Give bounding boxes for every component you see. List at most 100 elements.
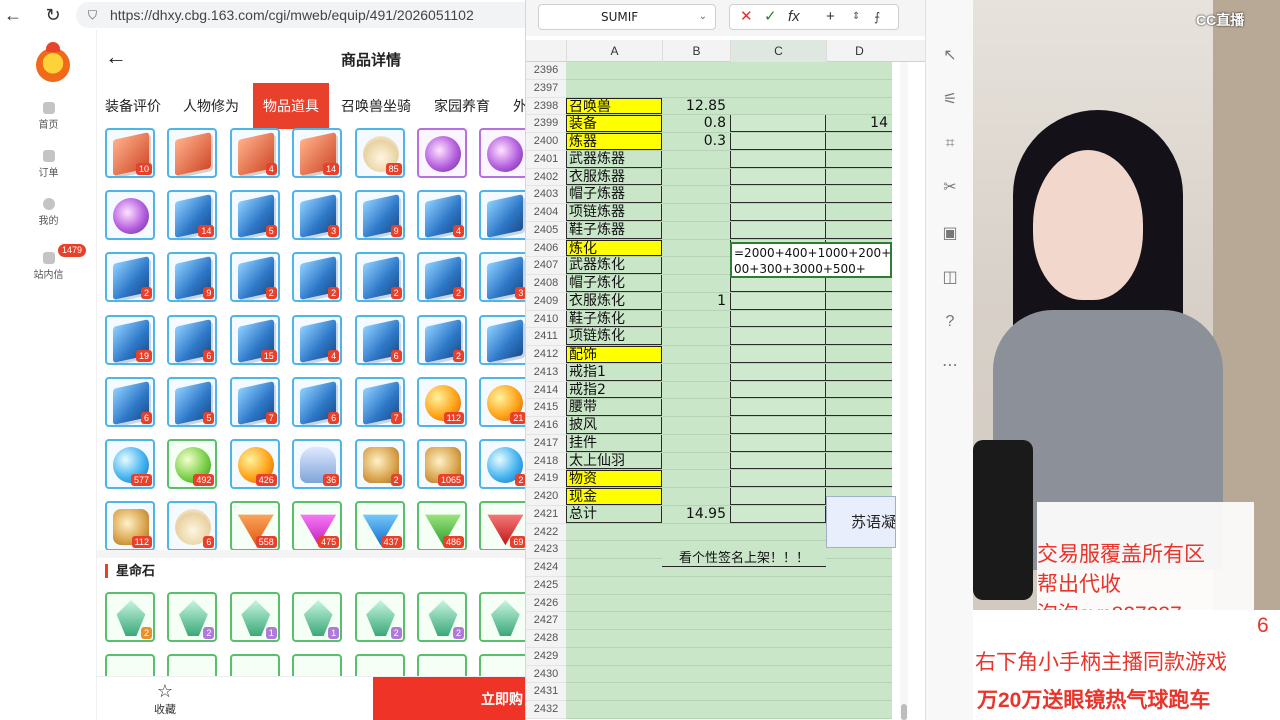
item-slot[interactable]: 6 xyxy=(354,314,405,365)
row-number[interactable]: 2419 xyxy=(526,470,566,488)
item-slot[interactable]: 426 xyxy=(229,439,280,489)
sliders-icon[interactable]: ⚟ xyxy=(934,84,966,116)
cell-b[interactable] xyxy=(662,612,730,629)
cell-b[interactable] xyxy=(662,666,730,683)
item-slot[interactable] xyxy=(479,128,525,178)
sidebar-item-mine[interactable]: 我的 xyxy=(0,198,97,227)
cell-c[interactable] xyxy=(730,452,826,470)
cell-d[interactable] xyxy=(826,382,892,399)
cell-d[interactable] xyxy=(826,169,892,186)
cell-d[interactable] xyxy=(826,98,892,115)
item-slot[interactable]: 2 xyxy=(417,252,467,303)
cell-a[interactable] xyxy=(566,683,662,700)
book-icon[interactable]: ◫ xyxy=(934,262,966,294)
cell-d[interactable] xyxy=(826,559,892,576)
item-slot[interactable]: 19 xyxy=(105,314,155,365)
row-number[interactable]: 2425 xyxy=(526,576,566,595)
star-stone-slot[interactable]: 1 xyxy=(229,592,280,642)
row-number[interactable]: 2408 xyxy=(526,275,566,293)
cell-c[interactable] xyxy=(730,346,826,363)
plus-icon[interactable]: + xyxy=(826,5,835,29)
star-stone-slot[interactable]: 2 xyxy=(105,592,155,642)
cell-a[interactable]: 武器炼化 xyxy=(566,257,662,274)
cell-c[interactable] xyxy=(730,133,826,150)
cell-c[interactable] xyxy=(730,150,826,168)
row-number[interactable]: 2400 xyxy=(526,133,566,151)
item-slot[interactable]: 5 xyxy=(167,376,218,427)
cell-b[interactable] xyxy=(662,62,730,79)
cell-b[interactable]: 14.95 xyxy=(662,506,730,523)
cell-a[interactable]: 总计 xyxy=(566,505,662,523)
cell-a[interactable]: 武器炼器 xyxy=(566,150,662,168)
back-arrow-icon[interactable]: ← xyxy=(2,4,24,26)
crop-icon[interactable]: ⌗ xyxy=(934,128,966,160)
cell-b[interactable] xyxy=(662,435,730,452)
cell-b[interactable] xyxy=(662,470,730,487)
cell-c[interactable] xyxy=(730,292,826,310)
row-number[interactable]: 2406 xyxy=(526,239,566,258)
cell-d[interactable] xyxy=(826,399,892,416)
cell-a[interactable]: 帽子炼器 xyxy=(566,186,662,203)
cell-c[interactable] xyxy=(730,648,826,665)
cell-a[interactable] xyxy=(566,648,662,665)
star-stone-slot[interactable]: 1 xyxy=(292,592,343,642)
cell-b[interactable] xyxy=(662,328,730,345)
cell-b[interactable] xyxy=(662,346,730,363)
cell-d[interactable] xyxy=(826,80,892,97)
cell-c[interactable] xyxy=(730,434,826,452)
chevron-down-icon[interactable]: ⌄ xyxy=(699,5,707,29)
cell-c[interactable] xyxy=(730,221,826,239)
cell-a[interactable]: 装备 xyxy=(566,115,662,132)
cell-b[interactable] xyxy=(662,683,730,700)
cell-d[interactable] xyxy=(826,293,892,310)
cell-b[interactable] xyxy=(662,311,730,328)
column-header-a[interactable]: A xyxy=(566,40,662,62)
cell-a[interactable] xyxy=(566,595,662,612)
cell-a[interactable]: 帽子炼化 xyxy=(566,275,662,292)
cell-b[interactable]: 0.8 xyxy=(662,115,730,132)
cell-b[interactable] xyxy=(662,186,730,203)
tab-items[interactable]: 物品道具 xyxy=(253,83,329,129)
item-slot[interactable]: 2 xyxy=(105,252,155,303)
item-slot[interactable]: 475 xyxy=(292,501,343,552)
cell-c[interactable] xyxy=(730,310,826,328)
cell-b[interactable] xyxy=(662,204,730,221)
cell-a[interactable]: 项链炼化 xyxy=(566,328,662,345)
item-slot[interactable]: 36 xyxy=(292,439,343,489)
cell-d[interactable] xyxy=(826,595,892,612)
cell-c[interactable] xyxy=(730,62,826,79)
item-slot[interactable]: 112 xyxy=(417,376,467,427)
cell-d[interactable] xyxy=(826,435,892,452)
cell-d[interactable] xyxy=(826,328,892,345)
cell-c[interactable] xyxy=(730,683,826,700)
favorite-button[interactable]: ☆ 收藏 xyxy=(137,681,193,717)
item-slot[interactable]: 9 xyxy=(354,190,405,241)
cell-c[interactable] xyxy=(730,577,826,594)
cell-a[interactable]: 衣服炼器 xyxy=(566,168,662,186)
item-slot[interactable]: 4 xyxy=(417,190,467,241)
cell-b[interactable] xyxy=(662,257,730,274)
item-slot[interactable]: 14 xyxy=(167,190,218,241)
scroll-thumb[interactable] xyxy=(901,704,907,720)
item-slot[interactable]: 6 xyxy=(167,501,218,552)
item-slot[interactable]: 1065 xyxy=(417,439,467,489)
row-number[interactable]: 2431 xyxy=(526,683,566,701)
insert-function-icon[interactable]: ⨍ xyxy=(874,5,880,29)
name-box[interactable]: SUMIF ⌄ xyxy=(538,4,716,30)
cell-b[interactable] xyxy=(662,240,730,257)
cell-a[interactable] xyxy=(566,577,662,594)
cell-a[interactable]: 配饰 xyxy=(566,346,662,363)
app-logo[interactable] xyxy=(36,42,70,82)
cell-a[interactable]: 鞋子炼器 xyxy=(566,221,662,239)
item-slot[interactable]: 437 xyxy=(354,501,405,552)
item-slot[interactable]: 7 xyxy=(229,376,280,427)
row-number[interactable]: 2402 xyxy=(526,168,566,187)
tools-icon[interactable]: ✂ xyxy=(934,172,966,204)
cell-b[interactable]: 1 xyxy=(662,293,730,310)
item-slot[interactable]: 2 xyxy=(354,252,405,303)
cell-c[interactable] xyxy=(730,381,826,399)
cell-d[interactable] xyxy=(826,222,892,239)
row-number[interactable]: 2432 xyxy=(526,701,566,719)
cell-c[interactable] xyxy=(730,505,826,523)
cell-a[interactable]: 挂件 xyxy=(566,434,662,452)
